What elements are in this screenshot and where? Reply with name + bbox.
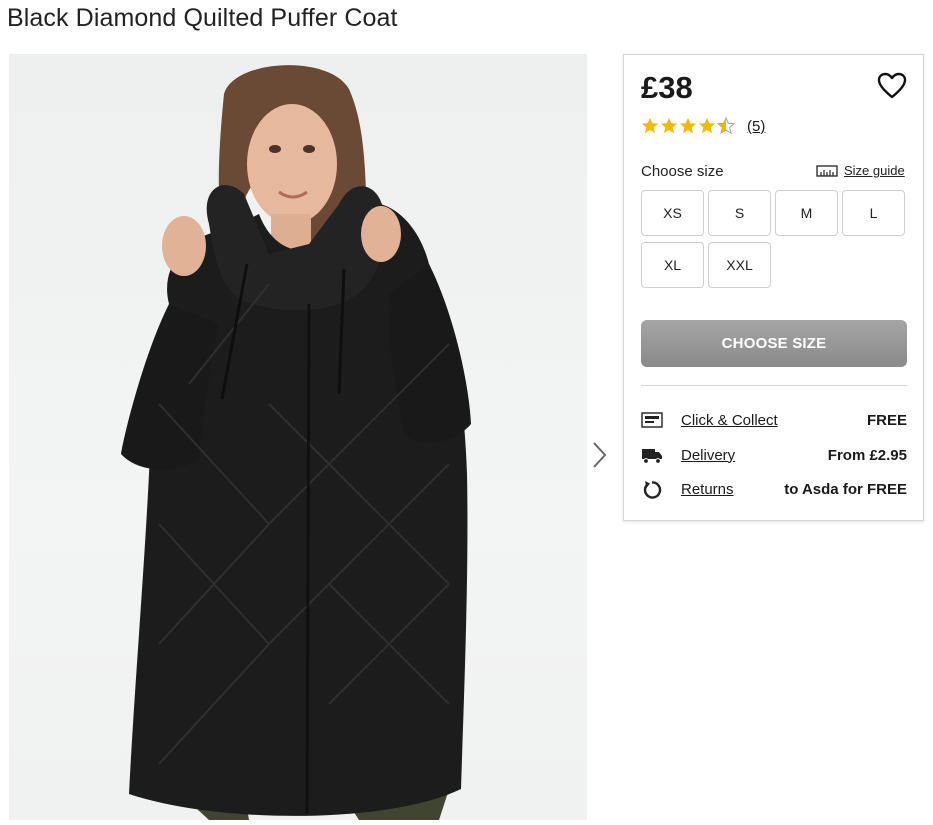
click-collect-icon bbox=[641, 412, 663, 428]
size-guide-link[interactable]: Size guide bbox=[816, 163, 905, 178]
next-image-chevron-right-icon[interactable] bbox=[590, 440, 610, 470]
product-price: £38 bbox=[641, 70, 693, 105]
returns-link[interactable]: Returns bbox=[681, 481, 734, 498]
delivery-value: From £2.95 bbox=[827, 446, 907, 464]
delivery-link[interactable]: Delivery bbox=[681, 447, 735, 464]
wishlist-heart-icon[interactable] bbox=[877, 72, 907, 100]
star-full-icon bbox=[641, 117, 659, 134]
size-option-xxl[interactable]: XXL bbox=[708, 242, 771, 288]
ruler-icon bbox=[816, 165, 838, 177]
size-guide-label: Size guide bbox=[844, 163, 905, 178]
returns-value: to Asda for FREE bbox=[784, 480, 907, 498]
service-delivery: Delivery From £2.95 bbox=[641, 444, 907, 466]
size-option-l[interactable]: L bbox=[842, 190, 905, 236]
size-option-xl[interactable]: XL bbox=[641, 242, 704, 288]
click-collect-value: FREE bbox=[866, 411, 907, 429]
returns-icon bbox=[643, 481, 662, 499]
choose-size-button[interactable]: CHOOSE SIZE bbox=[641, 320, 907, 367]
rating-stars bbox=[641, 117, 735, 135]
choose-size-label: Choose size bbox=[641, 163, 724, 180]
divider bbox=[641, 385, 907, 386]
service-returns: Returns to Asda for FREE bbox=[641, 478, 907, 500]
star-full-icon bbox=[698, 117, 716, 134]
coat-photo bbox=[121, 65, 471, 820]
delivery-truck-icon bbox=[642, 449, 662, 464]
review-count-link[interactable]: (5) bbox=[747, 118, 765, 135]
purchase-panel: £38 (5) Choose size Size guide XS S M L … bbox=[623, 54, 924, 521]
size-option-s[interactable]: S bbox=[708, 190, 771, 236]
product-title: Black Diamond Quilted Puffer Coat bbox=[7, 4, 398, 32]
star-full-icon bbox=[679, 117, 697, 134]
product-image[interactable] bbox=[9, 54, 587, 820]
star-full-icon bbox=[660, 117, 678, 134]
service-click-collect: Click & Collect FREE bbox=[641, 409, 907, 431]
size-option-xs[interactable]: XS bbox=[641, 190, 704, 236]
star-half-icon bbox=[717, 117, 735, 135]
size-option-m[interactable]: M bbox=[775, 190, 838, 236]
click-collect-link[interactable]: Click & Collect bbox=[681, 412, 778, 429]
size-options: XS S M L XL XXL bbox=[641, 190, 907, 288]
